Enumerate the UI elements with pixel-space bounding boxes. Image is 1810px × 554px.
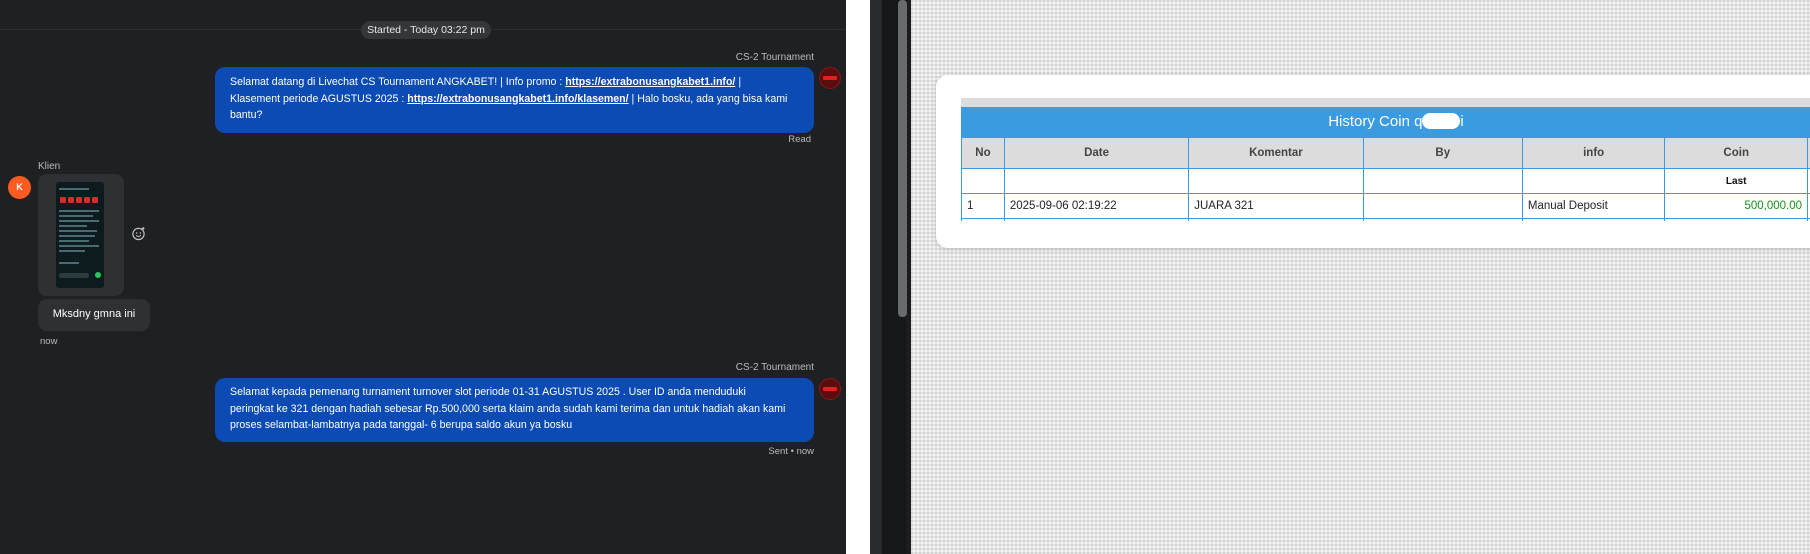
column-header: info bbox=[1521, 137, 1666, 169]
column-header: Date bbox=[1003, 137, 1190, 169]
agent-message-bubble: Selamat kepada pemenang turnament turnov… bbox=[215, 378, 814, 442]
agent-message-bubble: Selamat datang di Livechat CS Tournament… bbox=[215, 67, 814, 133]
table-cell bbox=[1521, 218, 1666, 221]
history-title-text: History Coin q bbox=[1328, 113, 1423, 130]
table-cell bbox=[1521, 168, 1666, 194]
history-page: History Coin q i No Date Komentar By info… bbox=[911, 0, 1810, 554]
table-cell bbox=[961, 168, 1005, 194]
table-cell bbox=[1003, 168, 1190, 194]
divider-edge bbox=[870, 0, 882, 554]
table-cell bbox=[1188, 168, 1364, 194]
message-text: bantu? bbox=[230, 109, 263, 121]
table-cell bbox=[1664, 218, 1809, 221]
table-cell bbox=[961, 218, 1005, 221]
agent-avatar bbox=[819, 67, 841, 89]
table-header-row: No Date Komentar By info Coin bbox=[961, 137, 1810, 169]
history-table-wrapper[interactable]: History Coin q i No Date Komentar By info… bbox=[961, 107, 1810, 221]
client-name: Klien bbox=[38, 161, 61, 172]
table-row bbox=[961, 218, 1810, 221]
column-header: Komentar bbox=[1188, 137, 1364, 169]
table-row: 1 2025-09-06 02:19:22 JUARA 321 Manual D… bbox=[961, 193, 1810, 219]
cell-komentar: JUARA 321 bbox=[1188, 193, 1364, 219]
redacted-username bbox=[1422, 113, 1461, 129]
message-sender: CS-2 Tournament bbox=[735, 52, 814, 63]
column-header: By bbox=[1362, 137, 1523, 169]
panel-gap bbox=[846, 0, 870, 554]
cell-date: 2025-09-06 02:19:22 bbox=[1003, 193, 1190, 219]
read-status: Read bbox=[788, 134, 811, 145]
sent-status: Sent • now bbox=[768, 446, 814, 457]
cell-coin: 500,000.00 bbox=[1664, 193, 1809, 219]
cell-info: Manual Deposit bbox=[1521, 193, 1666, 219]
table-cell bbox=[1362, 168, 1523, 194]
column-header: No bbox=[961, 137, 1005, 169]
message-text: peringkat ke 321 dengan hadiah sebesar R… bbox=[230, 402, 786, 415]
message-text: Selamat datang di Livechat CS Tournament… bbox=[230, 76, 566, 88]
message-sender: CS-2 Tournament bbox=[735, 362, 814, 373]
client-image-attachment[interactable] bbox=[38, 174, 124, 296]
history-title-text: i bbox=[1460, 113, 1464, 130]
client-message-bubble: Mksdny gmna ini bbox=[38, 299, 150, 331]
promo-link[interactable]: https://extrabonusangkabet1.info/ bbox=[565, 76, 735, 88]
agent-avatar bbox=[819, 378, 841, 400]
message-text: proses selambat-lambatnya pada tanggal- … bbox=[230, 419, 573, 431]
message-text: Klasement periode AGUSTUS 2025 : bbox=[230, 92, 408, 105]
scrollbar-thumb[interactable] bbox=[898, 0, 907, 317]
last-subheader: Last bbox=[1664, 168, 1809, 194]
message-text: | Halo bosku, ada yang bisa kami bbox=[628, 92, 788, 105]
message-text: | bbox=[735, 76, 742, 88]
table-subheader-row: Last bbox=[961, 168, 1810, 194]
client-avatar: K bbox=[8, 176, 31, 199]
cell-no: 1 bbox=[961, 193, 1005, 219]
table-cell bbox=[1003, 218, 1190, 221]
table-cell bbox=[1362, 218, 1523, 221]
client-message-time: now bbox=[40, 336, 58, 347]
message-text: Selamat kepada pemenang turnament turnov… bbox=[230, 386, 746, 398]
started-badge: Started - Today 03:22 pm bbox=[361, 21, 491, 39]
column-header: Coin bbox=[1664, 137, 1809, 169]
phone-screenshot-thumbnail bbox=[56, 182, 104, 288]
history-title: History Coin q i bbox=[961, 107, 1810, 137]
klasemen-link[interactable]: https://extrabonusangkabet1.info/klaseme… bbox=[407, 93, 628, 105]
history-card: History Coin q i No Date Komentar By info… bbox=[936, 75, 1810, 248]
cell-by bbox=[1362, 193, 1523, 219]
table-cell bbox=[1188, 218, 1364, 221]
add-reaction-icon[interactable] bbox=[131, 226, 146, 241]
history-table: No Date Komentar By info Coin Last 1 202… bbox=[961, 137, 1810, 221]
livechat-panel: Started - Today 03:22 pm CS-2 Tournament… bbox=[0, 0, 846, 554]
